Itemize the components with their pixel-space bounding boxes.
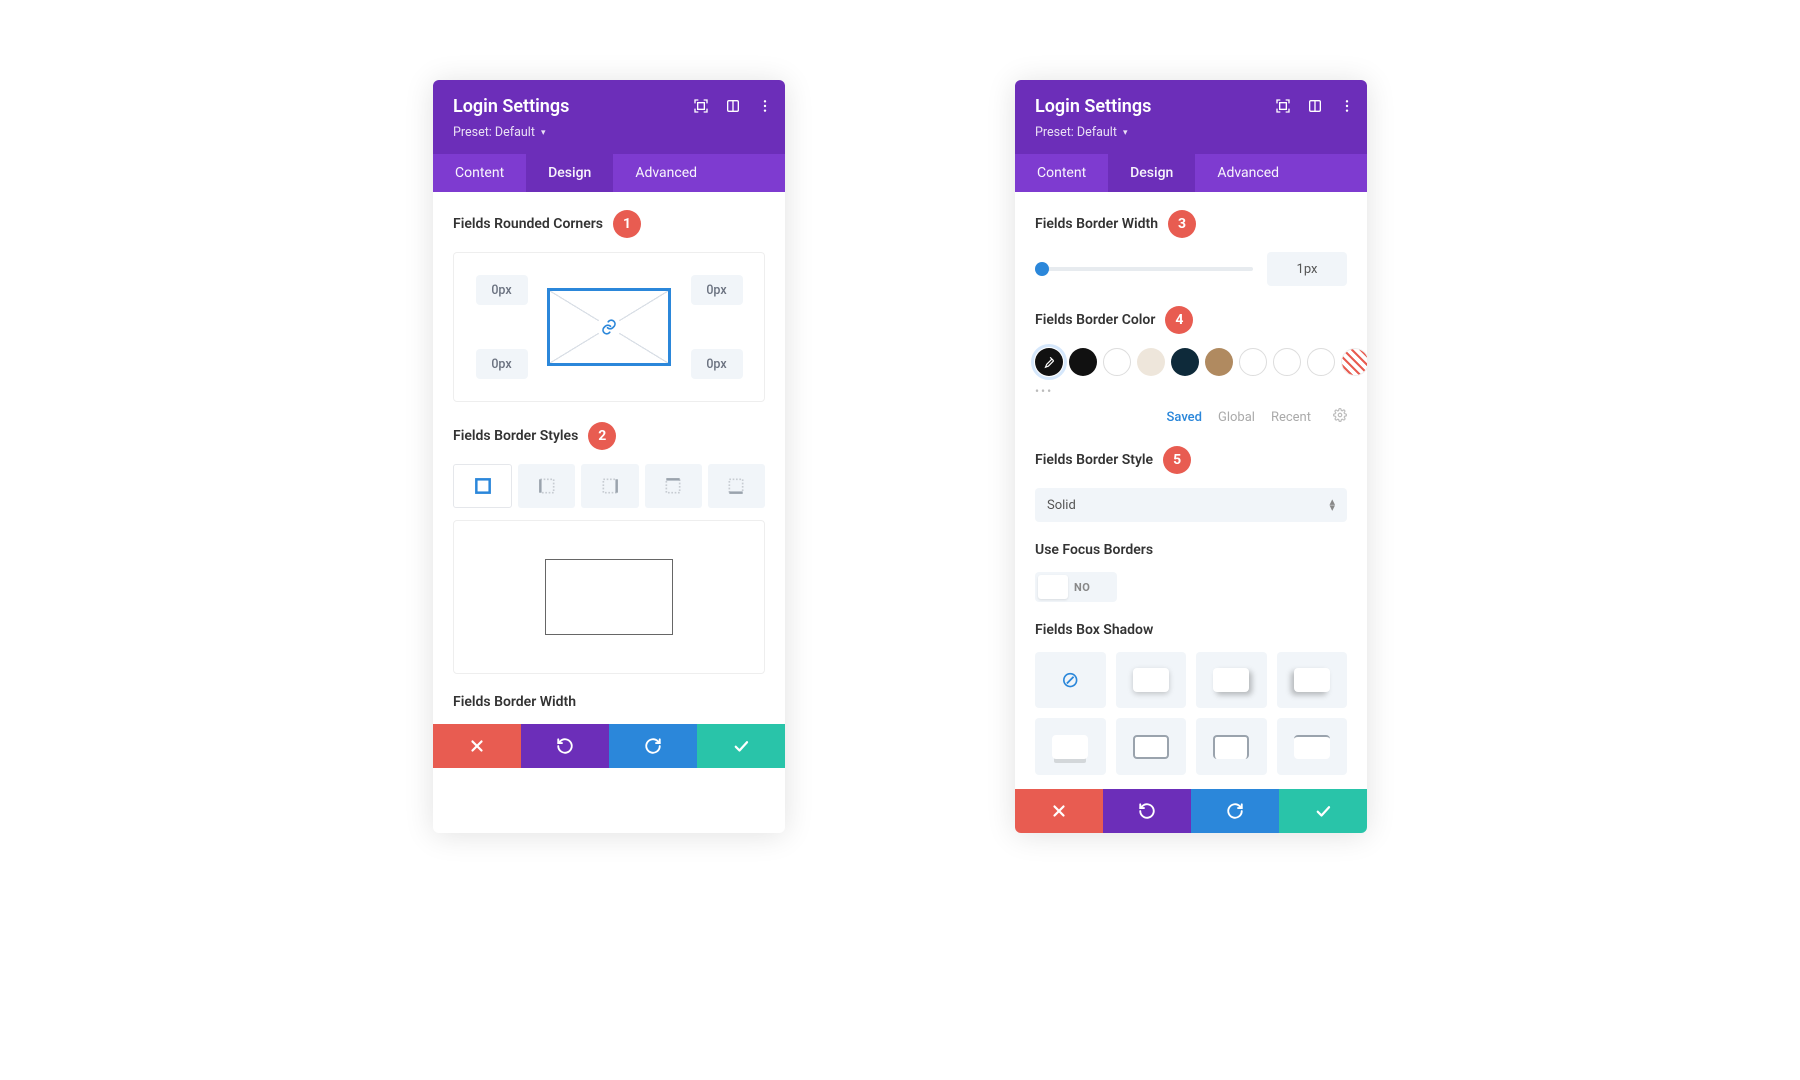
tabs: Content Design Advanced — [1015, 154, 1367, 192]
tabs: Content Design Advanced — [433, 154, 785, 192]
gear-icon[interactable] — [1333, 408, 1347, 426]
shadow-option[interactable] — [1277, 652, 1348, 708]
shadow-option[interactable] — [1196, 718, 1267, 774]
color-swatch[interactable] — [1273, 348, 1301, 376]
border-style-left[interactable] — [518, 464, 575, 508]
annotation-badge-1: 1 — [613, 210, 641, 238]
corners-preview-box — [547, 288, 671, 366]
columns-icon[interactable] — [725, 98, 741, 114]
panel-footer — [1015, 789, 1367, 833]
preset-dropdown[interactable]: Preset: Default — [453, 125, 545, 140]
color-swatch[interactable] — [1103, 348, 1131, 376]
preset-dropdown[interactable]: Preset: Default — [1035, 125, 1127, 140]
tab-content[interactable]: Content — [433, 154, 526, 192]
border-style-top[interactable] — [645, 464, 702, 508]
shadow-option[interactable] — [1035, 718, 1106, 774]
tab-advanced[interactable]: Advanced — [613, 154, 719, 192]
color-tab-recent[interactable]: Recent — [1271, 410, 1311, 425]
border-style-all[interactable] — [453, 464, 512, 508]
chevron-updown-icon: ▴▾ — [1329, 499, 1335, 511]
rounded-corners-editor: 0px 0px 0px 0px — [453, 252, 765, 402]
cancel-button[interactable] — [433, 724, 521, 768]
color-swatch[interactable] — [1069, 348, 1097, 376]
more-icon[interactable] — [1339, 98, 1355, 114]
none-icon: ⊘ — [1061, 668, 1079, 693]
corner-top-right-input[interactable]: 0px — [691, 275, 743, 305]
redo-button[interactable] — [609, 724, 697, 768]
tab-advanced[interactable]: Advanced — [1195, 154, 1301, 192]
cancel-button[interactable] — [1015, 789, 1103, 833]
border-preview-rect — [545, 559, 673, 635]
box-shadow-label: Fields Box Shadow — [1035, 622, 1347, 638]
shadow-option[interactable] — [1116, 718, 1187, 774]
more-icon[interactable] — [757, 98, 773, 114]
transparent-swatch[interactable] — [1341, 348, 1367, 376]
panel-footer — [433, 724, 785, 768]
shadow-option[interactable] — [1196, 652, 1267, 708]
border-width-label: Fields Border Width 3 — [1035, 210, 1347, 238]
expand-icon[interactable] — [693, 98, 709, 114]
expand-icon[interactable] — [1275, 98, 1291, 114]
link-icon[interactable] — [597, 315, 621, 339]
focus-borders-label: Use Focus Borders — [1035, 542, 1347, 558]
corner-top-left-input[interactable]: 0px — [476, 275, 528, 305]
redo-button[interactable] — [1191, 789, 1279, 833]
border-width-label-lower: Fields Border Width — [453, 694, 765, 710]
settings-panel-right: Login Settings Preset: Default Content D… — [1015, 80, 1367, 833]
save-button[interactable] — [697, 724, 785, 768]
border-style-bottom[interactable] — [708, 464, 765, 508]
annotation-badge-4: 4 — [1165, 306, 1193, 334]
border-width-slider[interactable] — [1035, 262, 1253, 276]
corner-bottom-right-input[interactable]: 0px — [691, 349, 743, 379]
border-width-value[interactable]: 1px — [1267, 252, 1347, 286]
annotation-badge-2: 2 — [588, 422, 616, 450]
save-button[interactable] — [1279, 789, 1367, 833]
color-swatch-row — [1035, 348, 1347, 376]
border-style-picker — [453, 464, 765, 508]
settings-panel-left: Login Settings Preset: Default Content D… — [433, 80, 785, 833]
columns-icon[interactable] — [1307, 98, 1323, 114]
annotation-badge-3: 3 — [1168, 210, 1196, 238]
color-swatch[interactable] — [1239, 348, 1267, 376]
corner-bottom-left-input[interactable]: 0px — [476, 349, 528, 379]
color-swatch[interactable] — [1137, 348, 1165, 376]
shadow-option[interactable] — [1116, 652, 1187, 708]
box-shadow-grid: ⊘ — [1035, 652, 1347, 775]
tab-content[interactable]: Content — [1015, 154, 1108, 192]
undo-button[interactable] — [521, 724, 609, 768]
panel-header: Login Settings Preset: Default — [433, 80, 785, 154]
border-style-select[interactable]: Solid ▴▾ — [1035, 488, 1347, 522]
color-tab-global[interactable]: Global — [1218, 410, 1255, 425]
more-swatches-icon[interactable]: ••• — [1035, 384, 1347, 398]
border-style-right[interactable] — [581, 464, 638, 508]
border-preview-box — [453, 520, 765, 674]
border-color-label: Fields Border Color 4 — [1035, 306, 1347, 334]
color-swatch[interactable] — [1307, 348, 1335, 376]
rounded-corners-label: Fields Rounded Corners 1 — [453, 210, 765, 238]
tab-design[interactable]: Design — [1108, 154, 1195, 192]
annotation-badge-5: 5 — [1163, 446, 1191, 474]
border-style-label: Fields Border Style 5 — [1035, 446, 1347, 474]
panel-header: Login Settings Preset: Default — [1015, 80, 1367, 154]
color-swatch[interactable] — [1171, 348, 1199, 376]
undo-button[interactable] — [1103, 789, 1191, 833]
tab-design[interactable]: Design — [526, 154, 613, 192]
color-tab-saved[interactable]: Saved — [1167, 410, 1202, 425]
border-styles-label: Fields Border Styles 2 — [453, 422, 765, 450]
shadow-option[interactable] — [1277, 718, 1348, 774]
color-swatch[interactable] — [1205, 348, 1233, 376]
eyedropper-swatch[interactable] — [1035, 348, 1063, 376]
shadow-none[interactable]: ⊘ — [1035, 652, 1106, 708]
focus-borders-toggle[interactable]: NO — [1035, 572, 1117, 602]
